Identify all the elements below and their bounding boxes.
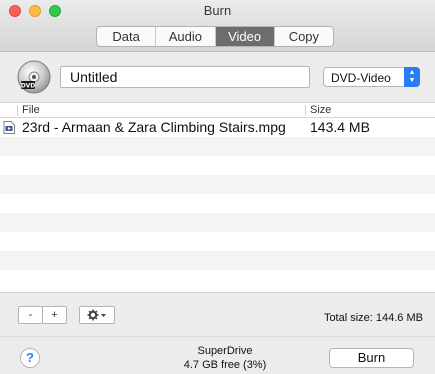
disc-format-select[interactable]: DVD-Video ▲ ▼ — [323, 67, 420, 87]
empty-row — [0, 175, 435, 194]
column-divider[interactable] — [305, 105, 306, 116]
empty-row — [0, 270, 435, 289]
file-size-cell: 143.4 MB — [310, 119, 370, 135]
disc-name-input[interactable] — [60, 66, 310, 88]
tab-data[interactable]: Data — [97, 27, 157, 46]
mode-tabs: Data Audio Video Copy — [96, 26, 334, 47]
remove-file-button[interactable]: - — [18, 306, 43, 324]
help-button[interactable]: ? — [20, 348, 40, 368]
add-file-button[interactable]: + — [42, 306, 67, 324]
column-header-size[interactable]: Size — [310, 104, 331, 116]
empty-row — [0, 194, 435, 213]
empty-row — [0, 232, 435, 251]
column-divider — [17, 105, 18, 116]
table-header: File Size — [0, 102, 435, 118]
action-bar: - + Total size: 144.6 MB — [0, 292, 435, 336]
title-bar: Burn Data Audio Video Copy — [0, 0, 435, 52]
dvd-disc-icon: DVD — [17, 60, 51, 94]
burn-button[interactable]: Burn — [329, 348, 414, 368]
drive-name: SuperDrive — [197, 345, 253, 357]
empty-row — [0, 137, 435, 156]
svg-text:DVD: DVD — [21, 83, 36, 90]
column-header-file[interactable]: File — [22, 104, 40, 116]
video-file-icon — [3, 121, 15, 134]
tab-video[interactable]: Video — [215, 27, 275, 46]
updown-arrows-icon: ▲ ▼ — [404, 67, 420, 87]
disc-format-value: DVD-Video — [331, 71, 391, 85]
window-title: Burn — [203, 3, 232, 18]
footer-bar: ? SuperDrive 4.7 GB free (3%) Burn — [0, 336, 435, 374]
file-table: File Size 23rd - Armaan & Zara Climbing … — [0, 102, 435, 292]
drive-free-space: 4.7 GB free (3%) — [183, 359, 267, 371]
tab-copy[interactable]: Copy — [275, 27, 333, 46]
burn-window: Burn Data Audio Video Copy DVD DVD-Video… — [0, 0, 435, 374]
table-row[interactable]: 23rd - Armaan & Zara Climbing Stairs.mpg… — [0, 118, 435, 137]
empty-row — [0, 213, 435, 232]
tab-audio[interactable]: Audio — [156, 27, 216, 46]
options-menu-button[interactable] — [79, 306, 115, 324]
total-size-label: Total size: 144.6 MB — [323, 312, 423, 324]
gear-icon — [87, 309, 106, 321]
file-name-cell: 23rd - Armaan & Zara Climbing Stairs.mpg — [22, 119, 286, 135]
empty-row — [0, 156, 435, 175]
empty-row — [0, 251, 435, 270]
